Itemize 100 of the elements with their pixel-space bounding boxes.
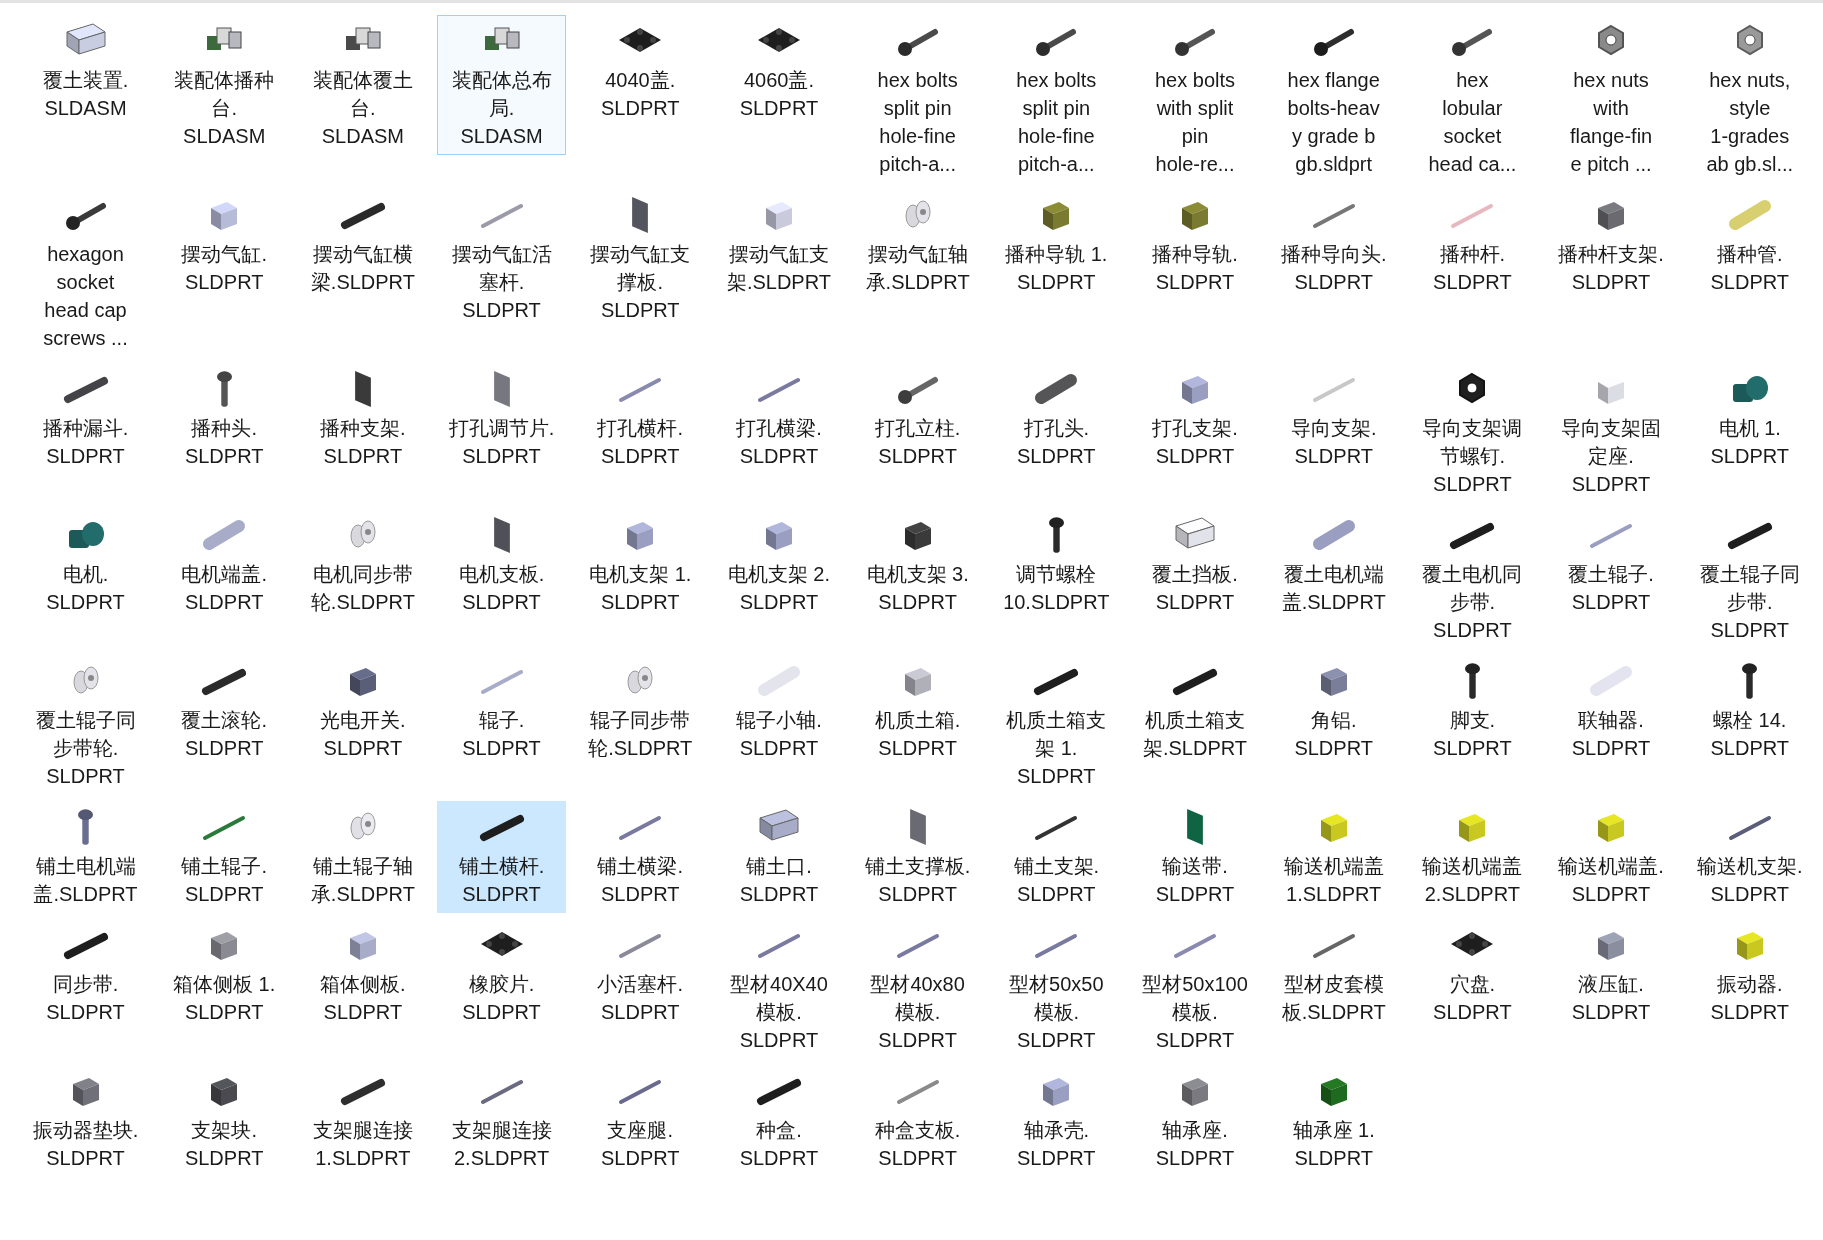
file-item[interactable]: 液压缸.SLDPRT [1546, 919, 1676, 1031]
file-item[interactable]: 型材40X40模板.SLDPRT [714, 919, 844, 1059]
file-item[interactable]: 机质土箱.SLDPRT [853, 655, 983, 767]
file-item[interactable]: 打孔立柱.SLDPRT [853, 363, 983, 475]
file-item[interactable]: 联轴器.SLDPRT [1546, 655, 1676, 767]
file-item[interactable]: 振动器垫块.SLDPRT [21, 1065, 150, 1177]
file-item[interactable]: 摆动气缸.SLDPRT [159, 189, 289, 301]
file-item[interactable]: 电机 1.SLDPRT [1685, 363, 1815, 475]
file-item[interactable]: 导向支架固定座.SLDPRT [1546, 363, 1676, 503]
file-item[interactable]: 4040盖.SLDPRT [575, 15, 705, 127]
file-item[interactable]: 角铝.SLDPRT [1269, 655, 1399, 767]
file-item[interactable]: 型材40x80模板.SLDPRT [853, 919, 983, 1059]
file-item[interactable]: 覆土辊子同步带.SLDPRT [1685, 509, 1815, 649]
file-item[interactable]: 覆土辊子.SLDPRT [1546, 509, 1676, 621]
file-item[interactable]: hex nuts with flange-fin e pitch ... [1546, 15, 1676, 183]
file-item[interactable]: 光电开关.SLDPRT [298, 655, 428, 767]
file-item[interactable]: 覆土装置.SLDASM [21, 15, 150, 127]
file-item[interactable]: 导向支架.SLDPRT [1269, 363, 1399, 475]
file-item[interactable]: 箱体侧板.SLDPRT [298, 919, 428, 1031]
file-item[interactable]: hex nuts, style 1-grades ab gb.sl... [1685, 15, 1815, 183]
file-item[interactable]: 打孔调节片.SLDPRT [437, 363, 567, 475]
file-item[interactable]: 导向支架调节螺钉.SLDPRT [1407, 363, 1537, 503]
file-item[interactable]: 支架腿连接 2.SLDPRT [437, 1065, 567, 1177]
file-item[interactable]: 铺土横杆.SLDPRT [437, 801, 567, 913]
file-item[interactable]: 输送机端盖 2.SLDPRT [1407, 801, 1537, 913]
file-item[interactable]: 橡胶片.SLDPRT [437, 919, 567, 1031]
file-item[interactable]: hex bolts split pin hole-fine pitch-a... [991, 15, 1121, 183]
file-item[interactable]: 播种杆支架.SLDPRT [1546, 189, 1676, 301]
file-item[interactable]: 输送机端盖.SLDPRT [1546, 801, 1676, 913]
file-item[interactable]: 型材皮套模板.SLDPRT [1269, 919, 1399, 1031]
file-item[interactable]: 装配体总布局.SLDASM [437, 15, 567, 155]
file-item[interactable]: 输送机端盖 1.SLDPRT [1269, 801, 1399, 913]
file-item[interactable]: 打孔头.SLDPRT [991, 363, 1121, 475]
file-item[interactable]: 同步带.SLDPRT [21, 919, 150, 1031]
file-item[interactable]: 调节螺栓 10.SLDPRT [991, 509, 1121, 621]
file-item[interactable]: 种盒.SLDPRT [714, 1065, 844, 1177]
file-item[interactable]: 箱体侧板 1.SLDPRT [159, 919, 289, 1031]
file-item[interactable]: 支架块.SLDPRT [159, 1065, 289, 1177]
file-item[interactable]: 覆土辊子同步带轮.SLDPRT [21, 655, 150, 795]
file-item[interactable]: 播种漏斗.SLDPRT [21, 363, 150, 475]
file-item[interactable]: 轴承座 1.SLDPRT [1269, 1065, 1399, 1177]
file-item[interactable]: 铺土电机端盖.SLDPRT [21, 801, 150, 913]
file-item[interactable]: hex lobular socket head ca... [1407, 15, 1537, 183]
file-item[interactable]: 打孔支架.SLDPRT [1130, 363, 1260, 475]
file-item[interactable]: 覆土滚轮.SLDPRT [159, 655, 289, 767]
file-item[interactable]: 螺栓 14.SLDPRT [1685, 655, 1815, 767]
file-item[interactable]: 电机支架 2.SLDPRT [714, 509, 844, 621]
file-item[interactable]: 播种导向头.SLDPRT [1269, 189, 1399, 301]
file-item[interactable]: 输送机支架.SLDPRT [1685, 801, 1815, 913]
file-item[interactable]: 电机端盖.SLDPRT [159, 509, 289, 621]
file-item[interactable]: 铺土支撑板.SLDPRT [853, 801, 983, 913]
file-item[interactable]: 种盒支板.SLDPRT [853, 1065, 983, 1177]
file-item[interactable]: 播种杆.SLDPRT [1407, 189, 1537, 301]
file-item[interactable]: 穴盘.SLDPRT [1407, 919, 1537, 1031]
file-item[interactable]: 电机支架 3.SLDPRT [853, 509, 983, 621]
file-item[interactable]: hexagon socket head cap screws ... [21, 189, 150, 357]
file-item[interactable]: 铺土口.SLDPRT [714, 801, 844, 913]
file-item[interactable]: 机质土箱支架.SLDPRT [1130, 655, 1260, 767]
file-item[interactable]: 电机同步带轮.SLDPRT [298, 509, 428, 621]
file-item[interactable]: 打孔横梁.SLDPRT [714, 363, 844, 475]
file-item[interactable]: 装配体覆土台.SLDASM [298, 15, 428, 155]
file-item[interactable]: 摆动气缸支撑板.SLDPRT [575, 189, 705, 329]
file-item[interactable]: 轴承座.SLDPRT [1130, 1065, 1260, 1177]
file-item[interactable]: 支座腿.SLDPRT [575, 1065, 705, 1177]
file-item[interactable]: 输送带.SLDPRT [1130, 801, 1260, 913]
file-item[interactable]: 铺土辊子.SLDPRT [159, 801, 289, 913]
file-item[interactable]: 播种支架.SLDPRT [298, 363, 428, 475]
file-item[interactable]: 铺土支架.SLDPRT [991, 801, 1121, 913]
file-item[interactable]: 型材50x100模板.SLDPRT [1130, 919, 1260, 1059]
file-item[interactable]: 打孔横杆.SLDPRT [575, 363, 705, 475]
file-item[interactable]: 摆动气缸轴承.SLDPRT [853, 189, 983, 301]
file-item[interactable]: 铺土横梁.SLDPRT [575, 801, 705, 913]
file-item[interactable]: 播种管.SLDPRT [1685, 189, 1815, 301]
file-item[interactable]: 电机.SLDPRT [21, 509, 150, 621]
file-item[interactable]: 振动器.SLDPRT [1685, 919, 1815, 1031]
file-item[interactable]: 支架腿连接 1.SLDPRT [298, 1065, 428, 1177]
file-item[interactable]: 电机支架 1.SLDPRT [575, 509, 705, 621]
file-item[interactable]: 辊子同步带轮.SLDPRT [575, 655, 705, 767]
file-item[interactable]: 脚支.SLDPRT [1407, 655, 1537, 767]
file-item[interactable]: 播种导轨 1.SLDPRT [991, 189, 1121, 301]
file-item[interactable]: 摆动气缸活塞杆.SLDPRT [437, 189, 567, 329]
file-item[interactable]: 电机支板.SLDPRT [437, 509, 567, 621]
file-item[interactable]: 铺土辊子轴承.SLDPRT [298, 801, 428, 913]
file-item[interactable]: 4060盖.SLDPRT [714, 15, 844, 127]
file-item[interactable]: 辊子小轴.SLDPRT [714, 655, 844, 767]
file-item[interactable]: 摆动气缸支架.SLDPRT [714, 189, 844, 301]
file-item[interactable]: 播种导轨.SLDPRT [1130, 189, 1260, 301]
file-item[interactable]: 轴承壳.SLDPRT [991, 1065, 1121, 1177]
file-item[interactable]: 覆土电机同步带.SLDPRT [1407, 509, 1537, 649]
file-item[interactable]: hex flange bolts-heav y grade b gb.sldprt [1269, 15, 1399, 183]
file-item[interactable]: 辊子.SLDPRT [437, 655, 567, 767]
file-item[interactable]: 小活塞杆.SLDPRT [575, 919, 705, 1031]
file-item[interactable]: hex bolts with split pin hole-re... [1130, 15, 1260, 183]
file-item[interactable]: 覆土电机端盖.SLDPRT [1269, 509, 1399, 621]
file-item[interactable]: 型材50x50模板.SLDPRT [991, 919, 1121, 1059]
file-item[interactable]: 装配体播种台.SLDASM [159, 15, 289, 155]
file-item[interactable]: 机质土箱支架 1.SLDPRT [991, 655, 1121, 795]
file-item[interactable]: hex bolts split pin hole-fine pitch-a... [853, 15, 983, 183]
file-item[interactable]: 覆土挡板.SLDPRT [1130, 509, 1260, 621]
file-item[interactable]: 播种头.SLDPRT [159, 363, 289, 475]
